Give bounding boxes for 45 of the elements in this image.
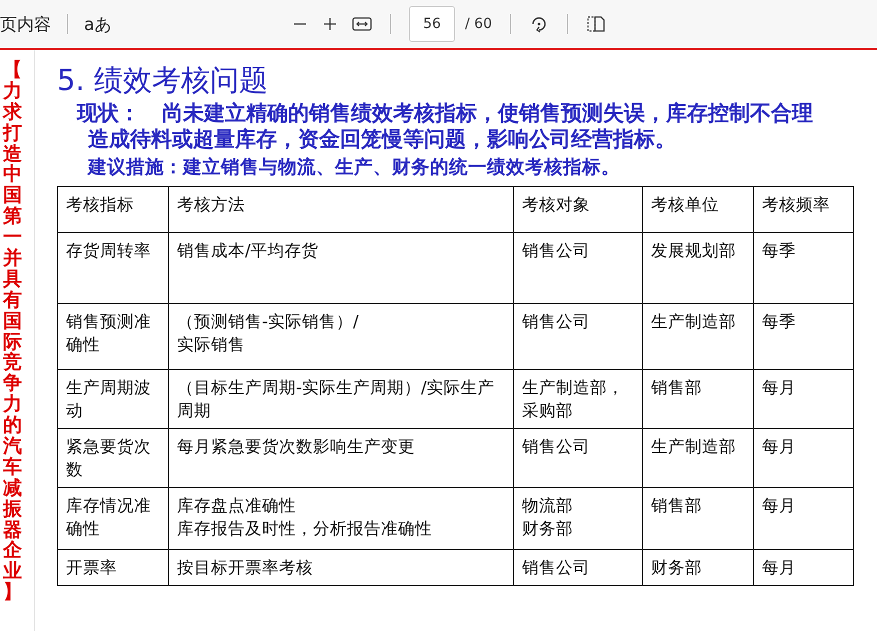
table-cell: 存货周转率 [58,232,168,304]
contents-button[interactable]: 页内容 [0,12,57,36]
column-header: 考核指标 [58,186,168,232]
table-cell: 生产制造部 [642,304,754,370]
table-cell: 库存情况准确性 [58,488,168,550]
zoom-in-icon[interactable] [322,16,338,32]
table-cell: 销售公司 [514,428,642,488]
page-view-icon[interactable] [586,15,606,33]
table-cell: 销售公司 [514,304,642,370]
table-cell: 销售公司 [514,550,642,586]
table-cell: 销售成本/平均存货 [168,232,514,304]
table-cell: 销售预测准确性 [58,304,168,370]
table-cell: 按目标开票率考核 [168,550,514,586]
table-cell: 销售部 [642,370,754,428]
table-cell: 生产制造部，采购部 [514,370,642,428]
suggestion-text: 建议措施：建立销售与物流、生产、财务的统一绩效考核指标。 [88,156,621,180]
table-cell: 销售公司 [514,232,642,304]
table-cell: 每季 [754,304,854,370]
table-cell: 每月 [754,488,854,550]
table-cell: 每月 [754,428,854,488]
table-cell: （预测销售-实际销售）/ 实际销售 [168,304,514,370]
column-header: 考核单位 [642,186,754,232]
table-cell: 开票率 [58,550,168,586]
table-cell: 每月 [754,550,854,586]
slide-title: 5. 绩效考核问题 [57,62,269,98]
page-total: / 60 [465,16,492,32]
table-cell: 生产制造部 [642,428,754,488]
fit-width-icon[interactable] [352,16,372,32]
table-cell: 每月 [754,370,854,428]
table-cell: 紧急要货次数 [58,428,168,488]
status-paragraph: 现状： 尚未建立精确的销售绩效考核指标，使销售预测失误，库存控制不合理造成待料或超量库存，资金回笼慢等问题，影响公司经营指标。 [77,100,814,152]
table-cell: 生产周期波动 [58,370,168,428]
table-cell: 物流部 财务部 [514,488,642,550]
text-options-button[interactable]: aあ [78,12,118,36]
page-number-field[interactable]: 56 [409,6,455,42]
table-cell: 发展规划部 [642,232,754,304]
table-cell: 每季 [754,232,854,304]
table-cell: 库存盘点准确性 库存报告及时性，分析报告准确性 [168,488,514,550]
table-cell: 财务部 [642,550,754,586]
column-header: 考核对象 [514,186,642,232]
table-cell: 每月紧急要货次数影响生产变更 [168,428,514,488]
column-header: 考核方法 [168,186,514,232]
table-cell: 销售部 [642,488,754,550]
table-cell: （目标生产周期-实际生产周期）/实际生产周期 [168,370,514,428]
column-header: 考核频率 [754,186,854,232]
